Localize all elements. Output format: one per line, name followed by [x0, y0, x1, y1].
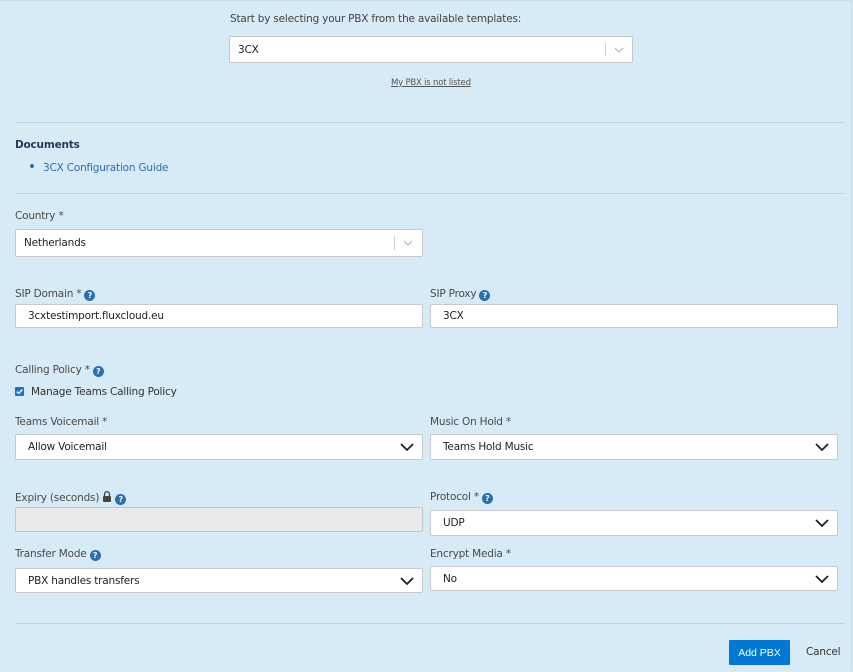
expiry-label: Expiry (seconds)? — [15, 491, 127, 505]
sip-proxy-input[interactable]: 3CX — [430, 304, 838, 328]
template-prompt: Start by selecting your PBX from the ava… — [230, 13, 522, 25]
manage-policy-label: Manage Teams Calling Policy — [31, 386, 177, 398]
sip-proxy-label: SIP Proxy? — [430, 288, 491, 301]
chevron-down-icon — [815, 519, 829, 527]
help-icon[interactable]: ? — [481, 493, 493, 504]
chevron-down-icon — [614, 47, 624, 53]
divider — [15, 623, 845, 624]
select-separator — [394, 236, 395, 250]
sip-proxy-label-text: SIP Proxy — [430, 288, 477, 300]
teams-voicemail-select[interactable]: Allow Voicemail — [15, 434, 423, 460]
encrypt-media-value: No — [443, 572, 457, 585]
config-guide-link[interactable]: 3CX Configuration Guide — [43, 162, 169, 174]
calling-policy-label: Calling Policy *? — [15, 364, 104, 377]
help-icon[interactable]: ? — [115, 494, 127, 505]
help-icon[interactable]: ? — [89, 550, 101, 561]
chevron-down-icon — [815, 574, 829, 583]
lock-icon — [103, 491, 112, 502]
template-select[interactable]: 3CX — [229, 36, 633, 63]
select-separator — [605, 43, 606, 56]
help-icon[interactable]: ? — [92, 366, 104, 377]
chevron-down-icon — [815, 443, 829, 451]
country-select-value: Netherlands — [24, 237, 86, 249]
chevron-down-icon — [400, 443, 414, 451]
music-on-hold-select[interactable]: Teams Hold Music — [430, 434, 838, 460]
manage-policy-checkbox[interactable] — [15, 387, 24, 396]
sip-domain-label: SIP Domain *? — [15, 288, 96, 301]
divider — [15, 122, 845, 123]
transfer-mode-label: Transfer Mode? — [15, 548, 101, 561]
transfer-mode-label-text: Transfer Mode — [15, 548, 87, 560]
expiry-input — [15, 507, 423, 532]
add-pbx-button[interactable]: Add PBX — [729, 640, 790, 665]
chevron-down-icon — [400, 576, 414, 585]
teams-voicemail-value: Allow Voicemail — [28, 441, 107, 453]
protocol-label-text: Protocol * — [430, 491, 479, 503]
country-select[interactable]: Netherlands — [15, 229, 423, 257]
template-select-value: 3CX — [238, 43, 259, 56]
cancel-button[interactable]: Cancel — [806, 646, 841, 658]
sip-proxy-value: 3CX — [443, 310, 464, 322]
documents-heading: Documents — [15, 139, 80, 151]
transfer-mode-select[interactable]: PBX handles transfers — [15, 568, 423, 593]
bullet-icon — [30, 164, 34, 168]
country-label: Country * — [15, 210, 64, 222]
help-icon[interactable]: ? — [84, 290, 96, 301]
chevron-down-icon — [403, 240, 413, 246]
music-on-hold-value: Teams Hold Music — [443, 441, 534, 453]
help-icon[interactable]: ? — [479, 290, 491, 301]
pbx-not-listed-link[interactable]: My PBX is not listed — [391, 78, 471, 88]
encrypt-media-select[interactable]: No — [430, 566, 838, 591]
protocol-select[interactable]: UDP — [430, 510, 838, 536]
calling-policy-label-text: Calling Policy * — [15, 364, 90, 376]
encrypt-media-label: Encrypt Media * — [430, 548, 511, 560]
divider — [15, 193, 845, 194]
teams-voicemail-label: Teams Voicemail * — [15, 416, 108, 428]
sip-domain-input[interactable]: 3cxtestimport.fluxcloud.eu — [15, 304, 423, 328]
protocol-label: Protocol *? — [430, 491, 493, 504]
transfer-mode-value: PBX handles transfers — [28, 574, 140, 587]
expiry-label-text: Expiry (seconds) — [15, 492, 100, 504]
sip-domain-value: 3cxtestimport.fluxcloud.eu — [28, 310, 164, 322]
protocol-value: UDP — [443, 517, 465, 529]
music-on-hold-label: Music On Hold * — [430, 416, 511, 428]
sip-domain-label-text: SIP Domain * — [15, 288, 82, 300]
checkmark-icon — [16, 389, 23, 395]
